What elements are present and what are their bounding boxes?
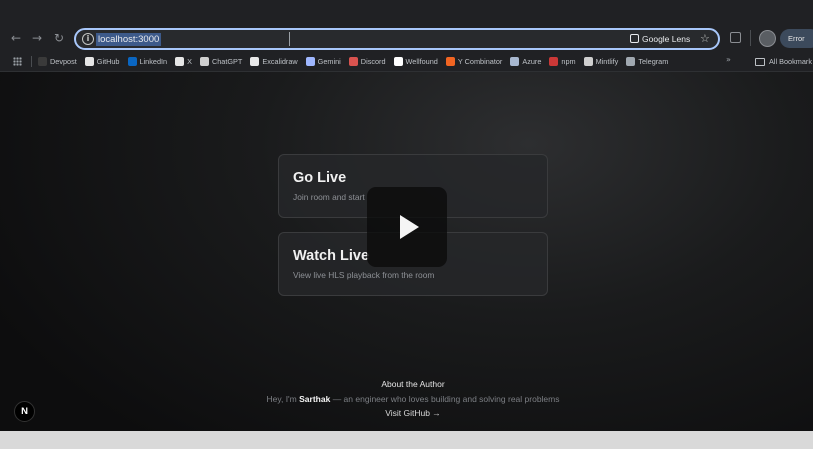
bookmark-label: X [187,57,192,66]
screen: ← → ↻ i localhost:3000 Google Lens ☆ Err… [0,0,813,449]
bookmark-favicon-icon [127,57,137,66]
lens-icon [630,34,639,43]
play-icon [400,215,419,239]
bookmark-label: GitHub [96,57,120,66]
all-bookmarks-label: All Bookmark [769,57,812,66]
author-intro: Hey, I'm Sarthak — an engineer who loves… [0,394,813,404]
nextjs-dev-badge[interactable]: N [14,401,35,422]
text-cursor [289,32,290,46]
bookmark-favicon-icon [305,57,315,66]
bookmark-label: Excalidraw [262,57,298,66]
bookmark-label: Discord [360,57,386,66]
forward-arrow-icon[interactable]: → [30,31,44,45]
browser-toolbar: ← → ↻ i localhost:3000 Google Lens ☆ Err… [0,0,813,51]
bookmark-item[interactable]: X [175,51,192,72]
video-play-button[interactable] [367,187,447,267]
url-text[interactable]: localhost:3000 [96,33,162,46]
bookmark-favicon-icon [393,57,403,66]
bookmark-item[interactable]: Excalidraw [250,51,298,72]
google-lens-button[interactable]: Google Lens [630,32,690,47]
card-title: Watch Live [293,248,370,264]
bookmark-label: Y Combinator [457,57,503,66]
google-lens-label: Google Lens [642,34,691,44]
error-chip[interactable]: Error [780,29,813,48]
toolbar-divider [750,30,751,46]
bookmark-star-icon[interactable]: ☆ [700,31,710,46]
more-bookmarks-chevron-icon[interactable]: » [726,55,731,64]
bookmark-label: Mintlify [595,57,619,66]
bookmark-list: Devpost GitHub LinkedIn X ChatGPT Excalidraw G… [38,51,668,72]
bookmark-item[interactable]: Y Combinator [445,51,503,72]
about-author-heading: About the Author [381,379,445,389]
bookmark-favicon-icon [250,57,260,66]
bookmark-item[interactable]: ChatGPT [199,51,243,72]
bookmark-label: Devpost [50,57,77,66]
bookmark-favicon-icon [348,57,358,66]
window-bottom-edge [0,431,813,449]
all-bookmarks-button[interactable]: All Bookmark [755,51,812,72]
bookmark-label: ChatGPT [211,57,243,66]
address-bar[interactable]: i localhost:3000 Google Lens ☆ [74,28,720,50]
bookmark-favicon-icon [199,57,209,66]
bookmark-favicon-icon [175,57,185,66]
card-description: Join room and start [293,192,365,202]
bookmark-favicon-icon [84,57,94,66]
reload-icon[interactable]: ↻ [52,31,66,45]
bookmark-item[interactable]: Telegram [626,51,668,72]
author-tagline: — an engineer who loves building and sol… [330,394,560,404]
bookmark-item[interactable]: GitHub [84,51,120,72]
bookmark-favicon-icon [549,57,559,66]
bookmarks-bar: Devpost GitHub LinkedIn X ChatGPT Excalidraw G… [0,51,813,72]
bookmark-label: Wellfound [405,57,438,66]
folder-icon [755,57,765,66]
bookmark-favicon-icon [626,57,636,66]
bookmark-favicon-icon [445,57,455,66]
author-name: Sarthak [299,394,331,404]
bookmark-favicon-icon [510,57,520,66]
bookmark-item[interactable]: npm [549,51,576,72]
bookmark-favicon-icon [583,57,593,66]
bookmark-favicon-icon [38,57,47,66]
bookmark-item[interactable]: Gemini [305,51,341,72]
author-intro-prefix: Hey, I'm [266,394,297,404]
page-viewport: Go Live Join room and start Watch Live V… [0,72,813,431]
back-arrow-icon[interactable]: ← [9,31,23,45]
apps-grid-icon[interactable] [13,57,22,66]
bookmark-item[interactable]: Devpost [38,51,77,72]
card-title: Go Live [293,170,347,186]
profile-avatar[interactable] [759,30,776,47]
visit-github-link[interactable]: Visit GitHub → [0,408,813,418]
bookmark-item[interactable]: Azure [510,51,541,72]
bookmarks-divider [31,56,32,67]
site-info-icon[interactable]: i [82,33,94,45]
bookmark-label: Azure [522,57,542,66]
extensions-icon[interactable] [730,32,741,43]
bookmark-item[interactable]: LinkedIn [127,51,168,72]
bookmark-label: Telegram [638,57,669,66]
bookmark-item[interactable]: Discord [348,51,386,72]
bookmark-label: Gemini [317,57,341,66]
bookmark-item[interactable]: Mintlify [583,51,619,72]
bookmark-label: npm [561,57,576,66]
bookmark-label: LinkedIn [139,57,168,66]
card-description: View live HLS playback from the room [293,270,435,280]
bookmark-item[interactable]: Wellfound [393,51,438,72]
